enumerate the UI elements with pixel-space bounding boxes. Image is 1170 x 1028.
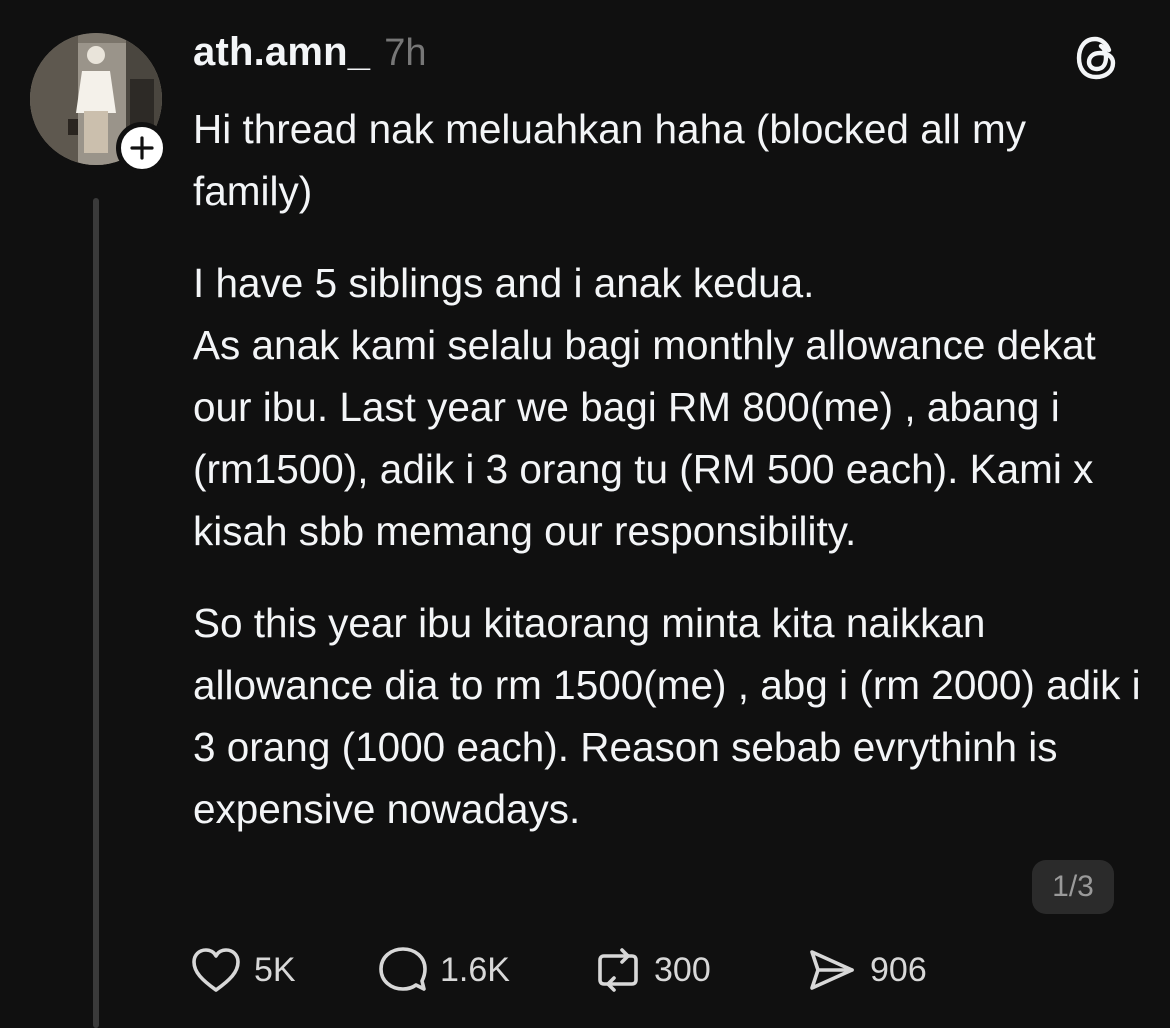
share-count: 906 xyxy=(870,950,927,989)
username-link[interactable]: ath.amn_ xyxy=(193,30,370,75)
follow-button[interactable] xyxy=(116,122,168,174)
send-icon xyxy=(810,950,854,990)
post-paragraph: As anak kami selalu bagi monthly allowan… xyxy=(193,322,1096,554)
share-button[interactable]: 906 xyxy=(806,946,966,994)
like-button[interactable]: 5K xyxy=(190,946,378,994)
heart-icon xyxy=(192,948,240,992)
reply-button[interactable]: 1.6K xyxy=(378,945,594,995)
reply-count: 1.6K xyxy=(440,950,510,989)
post-header: ath.amn_ 7h xyxy=(193,30,427,80)
page-indicator-badge: 1/3 xyxy=(1032,860,1114,914)
speech-bubble-icon xyxy=(379,947,427,991)
repost-count: 300 xyxy=(654,950,711,989)
action-bar: 5K 1.6K 300 906 xyxy=(190,940,966,1000)
repost-arrows-icon xyxy=(598,948,638,992)
post-paragraph: So this year ibu kitaorang minta kita na… xyxy=(193,600,1141,832)
thread-connector-line xyxy=(93,198,99,1028)
like-count: 5K xyxy=(254,950,296,989)
post-paragraph: I have 5 siblings and i anak kedua. xyxy=(193,260,815,306)
plus-icon xyxy=(130,136,154,160)
post-timestamp: 7h xyxy=(384,32,427,74)
threads-logo-icon xyxy=(1071,32,1123,84)
post-paragraph: Hi thread nak meluahkan haha (blocked al… xyxy=(193,106,1026,214)
post-body: Hi thread nak meluahkan haha (blocked al… xyxy=(193,98,1148,840)
repost-button[interactable]: 300 xyxy=(594,946,806,994)
